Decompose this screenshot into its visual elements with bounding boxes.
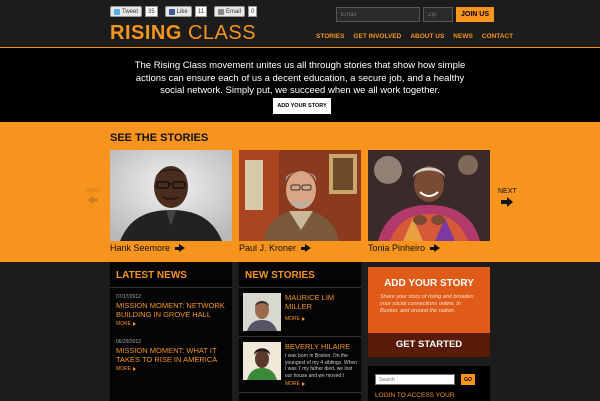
latest-news-heading: LATEST NEWS (110, 262, 232, 288)
like-label: Like (176, 8, 188, 15)
nav-stories[interactable]: STORIES (316, 33, 344, 40)
site-logo[interactable]: RISING CLASS (110, 22, 256, 45)
logo-thin-text: CLASS (187, 22, 257, 44)
more-link[interactable]: MORE (116, 366, 226, 372)
join-us-button[interactable]: JOIN US (456, 7, 495, 22)
story-excerpt: I was born in Boston. I'm the youngest o… (285, 353, 357, 379)
envelope-icon (217, 8, 224, 15)
intro-text: The Rising Class movement unites us all … (134, 60, 466, 96)
arrow-right-icon (302, 317, 305, 321)
nav-get-involved[interactable]: GET INVOLVED (353, 33, 401, 40)
tweet-button[interactable]: Tweet (110, 6, 143, 17)
like-count: 11 (194, 6, 207, 17)
site-header: Tweet 35 Like 11 Email 0 RISING CLASS JO… (0, 0, 600, 50)
next-label: NEXT (498, 188, 517, 195)
news-date: 07/17/2012 (116, 294, 142, 300)
stories-heading: SEE THE STORIES (110, 132, 209, 144)
like-button[interactable]: Like (164, 6, 192, 17)
twitter-icon (114, 8, 120, 15)
new-stories-panel: NEW STORIES MAURICE LIM MILLER MORE BEVE… (239, 262, 361, 401)
tweet-label: Tweet (122, 8, 139, 15)
news-date: 06/29/2012 (116, 339, 142, 345)
story-card[interactable]: Tonia Pinheiro (368, 150, 490, 253)
nav-about-us[interactable]: ABOUT US (410, 33, 444, 40)
list-item-body: BEVERLY HILAIRE I was born in Boston. I'… (285, 342, 357, 387)
arrow-right-icon (133, 322, 136, 326)
add-story-heading: ADD YOUR STORY (384, 278, 474, 289)
story-thumbnail[interactable] (243, 293, 281, 331)
signup-form: JOIN US (336, 7, 495, 22)
email-field[interactable] (336, 7, 420, 22)
login-link[interactable]: LOGIN TO ACCESS YOUR (375, 392, 454, 399)
list-item[interactable]: BEVERLY HILAIRE I was born in Boston. I'… (239, 337, 361, 393)
email-share-label: Email (225, 8, 241, 15)
get-started-button[interactable]: GET STARTED (368, 333, 490, 357)
email-share-count: 0 (247, 6, 258, 17)
nav-contact[interactable]: CONTACT (482, 33, 513, 40)
list-item[interactable]: MAURICE LIM MILLER MORE (239, 288, 361, 337)
logo-bold-text: RISING (110, 22, 182, 44)
add-your-story-button-small[interactable]: ADD YOUR STORY (273, 97, 331, 114)
new-stories-heading: NEW STORIES (239, 262, 361, 288)
news-item[interactable]: 07/17/2012 MISSION MOMENT: NETWORK BUILD… (110, 288, 232, 333)
arrow-right-icon (430, 244, 441, 252)
facebook-icon (168, 8, 175, 15)
search-go-button[interactable]: GO (461, 374, 475, 385)
latest-news-panel: LATEST NEWS 07/17/2012 MISSION MOMENT: N… (110, 262, 232, 401)
arrow-right-icon (301, 244, 312, 252)
news-title[interactable]: MISSION MOMENT: WHAT IT TAKES TO RISE IN… (116, 346, 226, 364)
news-title[interactable]: MISSION MOMENT: NETWORK BUILDING IN GROV… (116, 301, 226, 319)
arrow-right-icon (175, 244, 186, 252)
story-thumbnail[interactable] (243, 342, 281, 380)
story-card[interactable]: Hank Seemore (110, 150, 232, 253)
tweet-count: 35 (145, 6, 158, 17)
story-title[interactable]: BEVERLY HILAIRE (285, 342, 357, 351)
add-story-text: Share your story of rising and broaden y… (380, 294, 474, 314)
story-card[interactable]: Paul J. Kroner (239, 150, 361, 253)
story-title[interactable]: MAURICE LIM MILLER (285, 293, 357, 311)
email-share-button[interactable]: Email (213, 6, 245, 17)
story-name[interactable]: Hank Seemore (110, 243, 232, 253)
search-input[interactable] (375, 374, 455, 385)
social-share-bar: Tweet 35 Like 11 Email 0 (110, 6, 261, 17)
arrow-right-icon (133, 367, 136, 371)
next-control[interactable]: NEXT (498, 188, 517, 209)
arrow-right-icon (501, 197, 514, 207)
story-photo[interactable] (110, 150, 232, 241)
news-item[interactable]: 06/29/2012 MISSION MOMENT: WHAT IT TAKES… (110, 333, 232, 378)
intro-banner: The Rising Class movement unites us all … (0, 48, 600, 122)
zip-field[interactable] (423, 7, 453, 22)
prev-control[interactable]: PREV (86, 188, 101, 206)
story-name[interactable]: Paul J. Kroner (239, 243, 361, 253)
nav-news[interactable]: NEWS (453, 33, 473, 40)
stories-carousel: SEE THE STORIES PREV Hank Seemore Paul J… (0, 122, 600, 262)
arrow-left-icon (88, 196, 99, 204)
more-link[interactable]: MORE (285, 381, 357, 387)
list-item-body: MAURICE LIM MILLER MORE (285, 293, 357, 331)
main-nav: STORIES GET INVOLVED ABOUT US NEWS CONTA… (316, 33, 513, 40)
more-link[interactable]: MORE (116, 321, 226, 327)
sidebar-search: GO LOGIN TO ACCESS YOUR (368, 366, 490, 401)
prev-label: PREV (86, 188, 101, 194)
arrow-right-icon (302, 382, 305, 386)
story-photo[interactable] (239, 150, 361, 241)
story-photo[interactable] (368, 150, 490, 241)
story-name[interactable]: Tonia Pinheiro (368, 243, 490, 253)
intro-text-block: The Rising Class movement unites us all … (130, 60, 470, 114)
more-link[interactable]: MORE (285, 316, 357, 322)
